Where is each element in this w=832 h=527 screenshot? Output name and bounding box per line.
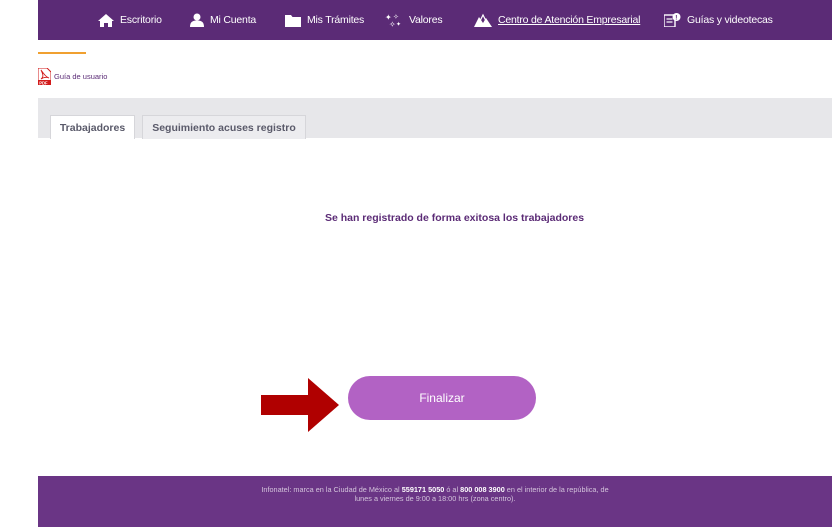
nav-item-mi-cuenta[interactable]: Mi Cuenta [190, 0, 256, 40]
folder-icon [285, 14, 301, 27]
tab-trabajadores[interactable]: Trabajadores [50, 115, 135, 139]
nav-label: Escritorio [120, 14, 162, 26]
top-nav: Escritorio Mi Cuenta Mis Trámites ✦ ✧ ✧ … [38, 0, 832, 40]
buildings-icon [474, 13, 492, 27]
guia-label: Guía de usuario [54, 72, 108, 81]
footer-phone-2: 800 008 3900 [460, 485, 505, 494]
guides-icon: ! [664, 13, 681, 27]
tabs-bar: Trabajadores Seguimiento acuses registro [38, 98, 832, 139]
arrow-right-icon [261, 378, 339, 432]
tab-seguimiento-acuses[interactable]: Seguimiento acuses registro [142, 115, 306, 139]
user-icon [190, 13, 204, 27]
footer-text-1: Infonatel: marca en la Ciudad de México … [261, 485, 402, 494]
nav-item-escritorio[interactable]: Escritorio [98, 0, 162, 40]
svg-text:✦: ✦ [396, 21, 401, 27]
nav-item-guias[interactable]: ! Guías y videotecas [664, 0, 773, 40]
footer: Infonatel: marca en la Ciudad de México … [38, 476, 832, 527]
svg-text:!: ! [675, 15, 677, 22]
guia-de-usuario-link[interactable]: PDF Guía de usuario [38, 68, 107, 85]
finalizar-button[interactable]: Finalizar [348, 376, 536, 420]
svg-text:PDF: PDF [39, 80, 48, 85]
footer-phone-1: 559171 5050 [401, 485, 445, 494]
svg-text:✧: ✧ [389, 20, 396, 27]
nav-label: Mi Cuenta [210, 14, 257, 26]
accent-line [38, 52, 86, 54]
footer-text-2: ó al [444, 485, 461, 494]
footer-text: Infonatel: marca en la Ciudad de México … [260, 485, 610, 503]
nav-label: Mis Trámites [307, 14, 365, 26]
nav-label: Centro de Atención Empresarial [498, 14, 641, 26]
nav-label: Guías y videotecas [687, 14, 773, 26]
nav-item-mis-tramites[interactable]: Mis Trámites [285, 0, 364, 40]
nav-item-valores[interactable]: ✦ ✧ ✧ ✦ Valores [385, 0, 443, 40]
success-message: Se han registrado de forma exitosa los t… [324, 212, 585, 224]
nav-label: Valores [409, 14, 443, 26]
pdf-icon: PDF [38, 68, 51, 85]
home-icon [98, 13, 114, 27]
nav-item-centro-atencion[interactable]: Centro de Atención Empresarial [474, 0, 640, 40]
stars-icon: ✦ ✧ ✧ ✦ [385, 13, 401, 27]
